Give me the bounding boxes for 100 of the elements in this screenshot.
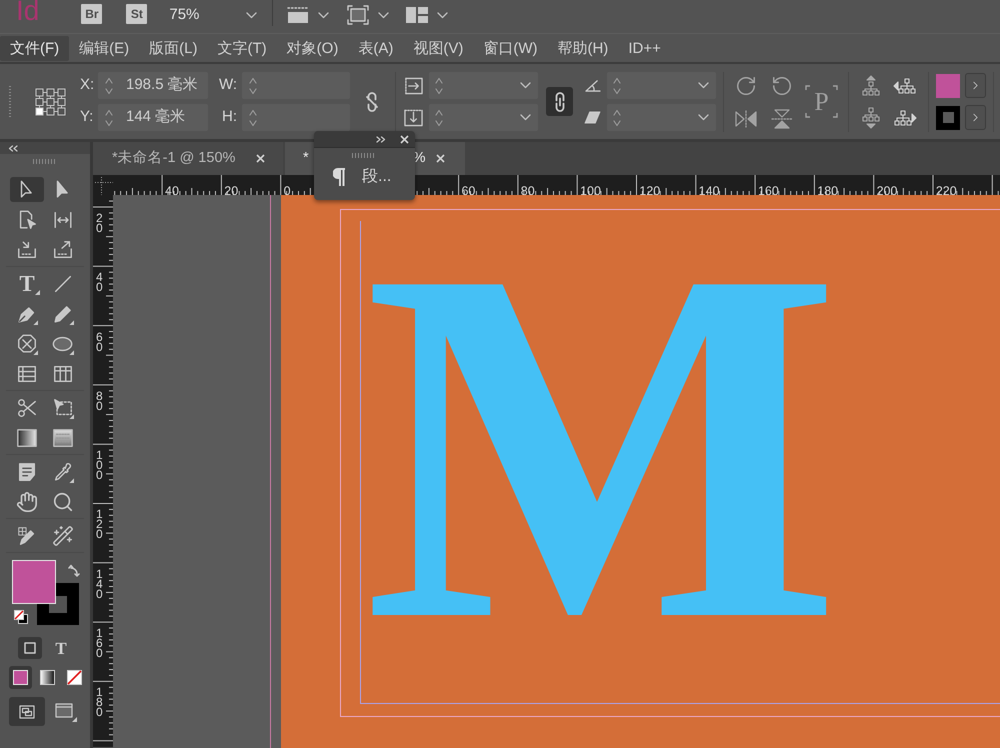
- dropdown-field[interactable]: [607, 104, 716, 131]
- ruler-label: 40: [165, 184, 179, 195]
- document-tab[interactable]: *未命名-1 @ 150%: [93, 142, 283, 175]
- menu-item[interactable]: ID++: [618, 36, 671, 60]
- fill-swatch[interactable]: [936, 74, 960, 98]
- menu-item[interactable]: 表(A): [348, 36, 404, 60]
- dropdown-field[interactable]: [607, 72, 716, 99]
- height-field[interactable]: [242, 104, 350, 131]
- spinner-icon[interactable]: [105, 76, 113, 94]
- dropdown-field[interactable]: [429, 72, 538, 99]
- field-label: H:: [221, 107, 238, 128]
- type-tool[interactable]: T: [10, 271, 44, 296]
- flip-horizontal-icon[interactable]: [735, 110, 757, 128]
- menu-item[interactable]: 编辑(E): [69, 36, 140, 60]
- dropdown-field[interactable]: [429, 104, 538, 131]
- menu-item[interactable]: 文字(T): [208, 36, 277, 60]
- spinner-icon[interactable]: [613, 76, 621, 94]
- constrain-scale-button[interactable]: [546, 87, 573, 116]
- close-icon[interactable]: [256, 154, 265, 163]
- rotate-clockwise-icon[interactable]: [735, 74, 757, 96]
- selection-tool[interactable]: [10, 177, 44, 202]
- bracket-frame-icon: [805, 85, 838, 118]
- spinner-icon[interactable]: [249, 108, 257, 126]
- reference-point-icon[interactable]: [35, 88, 67, 116]
- hand-icon: [16, 490, 38, 512]
- arrange-documents-dropdown[interactable]: [406, 6, 448, 24]
- menu-item[interactable]: 帮助(H): [547, 36, 618, 60]
- fit-frame-icon: [347, 5, 370, 25]
- spinner-icon[interactable]: [105, 108, 113, 126]
- ruler-label: 120: [96, 509, 103, 540]
- zoom-dropdown[interactable]: 75%: [164, 3, 262, 27]
- select-content-button[interactable]: P: [805, 85, 838, 118]
- screen-mode-dropdown[interactable]: [286, 5, 330, 25]
- expand-icon[interactable]: [376, 136, 386, 142]
- width-field[interactable]: [242, 72, 350, 99]
- arrow-right-into-box-icon[interactable]: [404, 76, 423, 94]
- angle-icon: [584, 79, 601, 92]
- ruler-label: 20: [224, 184, 238, 195]
- collapse-icon[interactable]: [8, 144, 18, 152]
- field-label: X:: [80, 75, 96, 96]
- ruler-label: 140: [96, 568, 103, 599]
- select-content-icon[interactable]: [861, 106, 881, 128]
- chain-link-icon: [552, 90, 566, 112]
- menu-item[interactable]: 窗口(W): [473, 36, 548, 60]
- y-position-field[interactable]: 144 毫米: [98, 104, 208, 131]
- document-tab[interactable]: *: [285, 142, 312, 175]
- flyout-triangle-icon: [35, 290, 40, 295]
- note-icon: [16, 460, 38, 482]
- x-position-field[interactable]: 198.5 毫米: [98, 72, 208, 99]
- stroke-swatch[interactable]: [936, 106, 960, 130]
- bridge-button[interactable]: Br: [81, 4, 102, 24]
- ruler-label: 80: [96, 390, 103, 411]
- close-icon[interactable]: [436, 154, 445, 163]
- swap-arrows-icon[interactable]: [68, 563, 82, 577]
- select-next-object-icon[interactable]: [893, 108, 917, 126]
- checkered-gradient-icon: [52, 426, 74, 448]
- screen-mode-icon: [286, 6, 310, 24]
- fill-swatch[interactable]: [12, 560, 56, 604]
- close-icon[interactable]: [400, 134, 409, 144]
- arrow-down-into-box-icon[interactable]: [404, 108, 423, 126]
- caret-icon: [378, 12, 390, 18]
- tray-arrow-in-icon: [16, 238, 38, 260]
- field-label: W:: [219, 75, 238, 96]
- ruler-label: 220: [936, 184, 957, 195]
- default-colors-icon[interactable]: [14, 610, 28, 624]
- menu-item[interactable]: 视图(V): [403, 36, 474, 60]
- preview-view-icon: [55, 702, 77, 722]
- layout-grid-icon: [406, 7, 428, 23]
- arrow-dashed-box-icon: [52, 396, 74, 418]
- search-icon: [52, 490, 74, 512]
- spinner-icon[interactable]: [435, 76, 443, 94]
- spinner-icon[interactable]: [613, 108, 621, 126]
- spinner-icon[interactable]: [435, 108, 443, 126]
- stock-button[interactable]: St: [126, 4, 148, 24]
- format-container-button[interactable]: [18, 637, 42, 659]
- page-letter: M: [364, 269, 841, 622]
- ruler-label: 40: [96, 272, 103, 292]
- gradient-square-icon: [40, 670, 55, 685]
- spinner-icon[interactable]: [249, 76, 257, 94]
- caret-icon: [520, 82, 531, 89]
- menu-item[interactable]: 对象(O): [276, 36, 348, 60]
- ruler-label: 20: [96, 213, 103, 233]
- select-previous-object-icon[interactable]: [893, 76, 917, 94]
- frame-fit-dropdown[interactable]: [347, 5, 390, 25]
- ruler-label: 100: [580, 184, 601, 195]
- parallelogram-icon: [584, 111, 601, 124]
- apply-color-button[interactable]: [9, 666, 32, 689]
- normal-view-button[interactable]: [9, 697, 45, 726]
- ruler-label: 0: [284, 184, 291, 195]
- format-text-button[interactable]: T: [49, 637, 73, 659]
- rotate-counterclockwise-icon[interactable]: [771, 74, 793, 96]
- menu-item[interactable]: 文件(F): [0, 36, 70, 60]
- paragraph-panel-button[interactable]: 段...: [333, 168, 392, 186]
- magic-wand-icon: [52, 524, 74, 546]
- menu-item[interactable]: 版面(L): [139, 36, 208, 60]
- ruler-label: 140: [698, 184, 720, 195]
- select-container-icon[interactable]: [861, 74, 881, 96]
- flip-vertical-icon[interactable]: [771, 108, 793, 128]
- ruler-label: 180: [817, 184, 838, 195]
- ruler-label: 100: [96, 450, 103, 480]
